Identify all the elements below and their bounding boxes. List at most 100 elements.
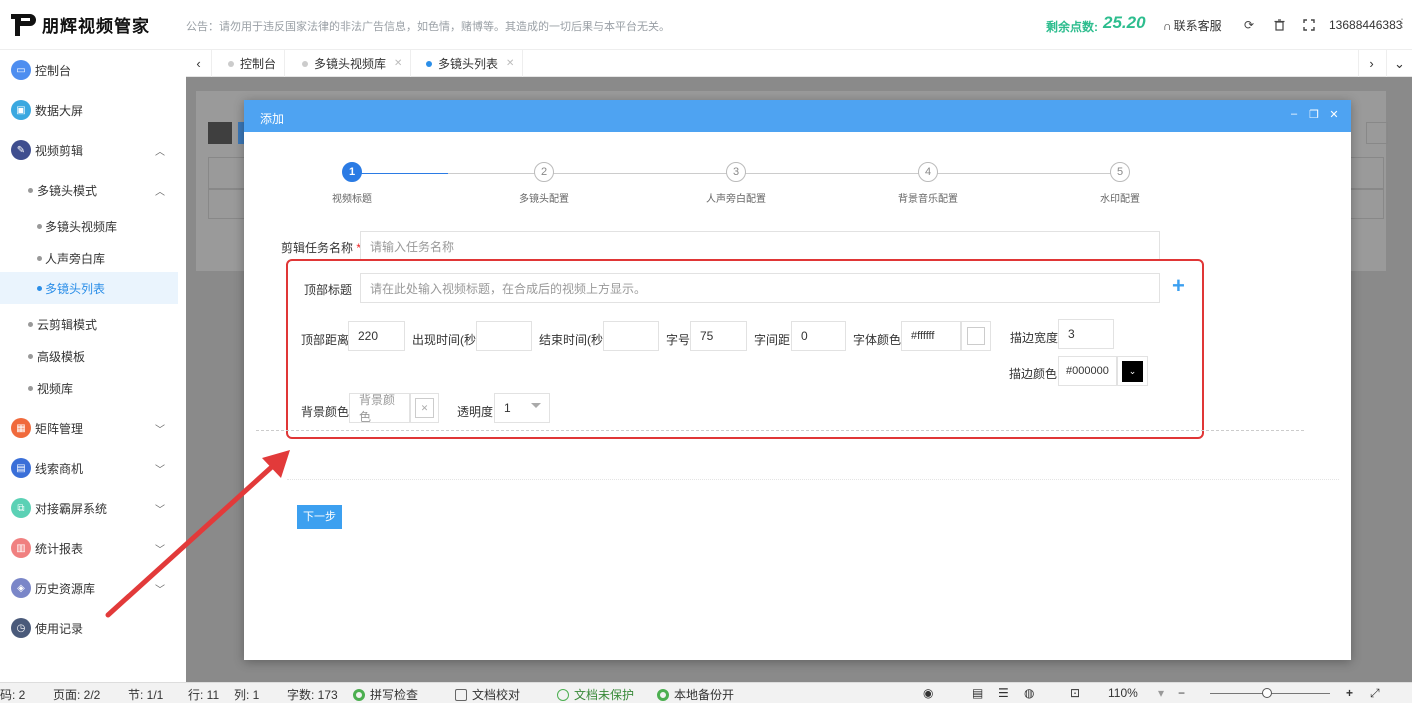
section-indicator: 节: 1/1 xyxy=(128,688,164,702)
proofread-button[interactable]: 文档校对 xyxy=(455,686,520,703)
stroke-color-input[interactable]: #000000 xyxy=(1058,356,1117,386)
chevron-down-icon: ﹀ xyxy=(155,424,165,436)
protect-status[interactable]: 文档未保护 xyxy=(557,686,634,703)
expand-icon[interactable]: ⤢ xyxy=(1370,686,1380,701)
sidebar-item-advanced-template[interactable]: 高级模板 xyxy=(0,340,178,372)
tab-dot xyxy=(228,60,234,67)
edit-icon: ✎ xyxy=(11,140,31,160)
tab-multi-lens-list[interactable]: 多镜头列表 ✕ xyxy=(418,50,524,77)
font-color-label: 字体颜色 xyxy=(853,333,902,347)
top-title-input[interactable]: 请在此处输入视频标题，在合成后的视频上方显示。 xyxy=(360,273,1160,303)
sidebar-item-multi-lens-library[interactable]: 多镜头视频库 xyxy=(0,210,178,242)
support-link[interactable]: ∩ 联系客服 xyxy=(1163,17,1222,34)
tab-dot xyxy=(302,60,308,67)
chevron-left-icon[interactable]: ‹ xyxy=(186,50,212,77)
stroke-width-label: 描边宽度 xyxy=(1010,331,1059,345)
end-time-input[interactable] xyxy=(603,321,659,351)
top-distance-input[interactable]: 220 xyxy=(348,321,405,351)
sidebar-item-multi-lens-list[interactable]: 多镜头列表 xyxy=(0,272,178,304)
zoom-level[interactable]: 110% xyxy=(1108,686,1138,700)
stroke-width-input[interactable]: 3 xyxy=(1058,319,1114,349)
app-logo[interactable]: 朋辉视频管家 xyxy=(8,10,150,38)
tab-dot xyxy=(426,60,432,67)
zoom-in-icon[interactable]: + xyxy=(1346,686,1353,700)
sidebar-item-video-edit[interactable]: ✎ 视频剪辑 ︿ xyxy=(0,134,178,166)
support-label: 联系客服 xyxy=(1173,19,1222,33)
caret-down-icon xyxy=(531,403,541,408)
backup-icon xyxy=(657,689,669,701)
step-1-circle[interactable]: 1 xyxy=(342,162,362,182)
zoom-dropdown-icon[interactable]: ▾ xyxy=(1158,686,1164,700)
tab-dashboard[interactable]: 控制台 xyxy=(220,50,286,77)
fullscreen-icon[interactable] xyxy=(1302,18,1316,32)
backup-status[interactable]: 本地备份开 xyxy=(657,686,734,703)
fit-page-icon[interactable]: ⊡ xyxy=(1070,686,1080,700)
sidebar-item-label: 视频库 xyxy=(37,381,74,396)
sidebar-item-video-library[interactable]: 视频库 xyxy=(0,372,178,404)
bullet-icon xyxy=(28,353,33,359)
more-icon[interactable]: ⋮ xyxy=(1396,16,1408,30)
letter-spacing-input[interactable]: 0 xyxy=(791,321,846,351)
stroke-color-picker[interactable]: ⌄ xyxy=(1117,356,1148,386)
headset-icon: ∩ xyxy=(1163,18,1172,33)
bg-color-input[interactable]: 背景颜色 xyxy=(349,393,410,424)
bg-color-picker[interactable]: ✕ xyxy=(410,393,439,423)
app-name: 朋辉视频管家 xyxy=(42,16,150,36)
bar-icon: ▥ xyxy=(11,538,31,558)
task-name-placeholder: 请输入任务名称 xyxy=(370,239,455,254)
font-color-input[interactable]: #ffffff xyxy=(901,321,961,351)
grid-icon: ▦ xyxy=(11,418,31,438)
proofread-label: 文档校对 xyxy=(472,688,521,702)
sidebar-item-multi-lens-mode[interactable]: 多镜头模式 ︿ xyxy=(0,174,178,206)
font-size-input[interactable]: 75 xyxy=(690,321,747,351)
step-line xyxy=(448,173,544,174)
char-count: 字数: 173 xyxy=(287,688,338,702)
close-icon[interactable]: ✕ xyxy=(506,58,514,69)
sidebar-item-cloud-edit[interactable]: 云剪辑模式 xyxy=(0,308,178,340)
list-view-icon[interactable]: ☰ xyxy=(998,686,1009,700)
sidebar-item-voice-library[interactable]: 人声旁白库 xyxy=(0,242,178,274)
maximize-icon[interactable]: ❐ xyxy=(1307,108,1321,122)
dialog-header: 添加 – ❐ ✕ xyxy=(244,100,1351,132)
font-color-picker[interactable] xyxy=(961,321,991,351)
page-view-icon[interactable]: ▤ xyxy=(972,686,983,700)
zoom-slider-thumb[interactable] xyxy=(1262,688,1272,698)
layers-icon: ◈ xyxy=(11,578,31,598)
sidebar-item-label: 多镜头模式 xyxy=(37,183,98,198)
next-step-button[interactable]: 下一步 xyxy=(297,505,342,529)
chevron-up-icon: ︿ xyxy=(155,146,165,158)
step-3-circle[interactable]: 3 xyxy=(726,162,746,182)
step-5-circle[interactable]: 5 xyxy=(1110,162,1130,182)
close-icon[interactable]: ✕ xyxy=(394,58,402,69)
trash-icon[interactable] xyxy=(1272,18,1286,32)
section-divider xyxy=(256,430,1304,431)
task-name-input[interactable]: 请输入任务名称 xyxy=(360,231,1160,261)
appear-time-input[interactable] xyxy=(476,321,532,351)
eye-icon[interactable]: ◉ xyxy=(923,686,933,700)
add-plus-icon[interactable]: + xyxy=(1172,275,1185,297)
shield-icon xyxy=(557,689,569,701)
minimize-icon[interactable]: – xyxy=(1287,108,1301,122)
step-line xyxy=(544,173,736,174)
font-size-label: 字号 xyxy=(666,333,691,347)
screen-icon: ▣ xyxy=(11,100,31,120)
tab-multi-lens-library[interactable]: 多镜头视频库 ✕ xyxy=(294,50,412,77)
user-phone[interactable]: 13688446383 xyxy=(1329,18,1402,32)
sidebar-item-dashboard[interactable]: ▭ 控制台 xyxy=(0,54,178,86)
step-4-circle[interactable]: 4 xyxy=(918,162,938,182)
opacity-select[interactable]: 1 xyxy=(494,393,550,423)
announcement-text: 公告：请勿用于违反国家法律的非法广告信息，如色情，赌博等。其造成的一切后果与本平… xyxy=(186,21,670,33)
sidebar-item-label: 使用记录 xyxy=(35,621,84,636)
step-2-circle[interactable]: 2 xyxy=(534,162,554,182)
sidebar-item-data-screen[interactable]: ▣ 数据大屏 xyxy=(0,94,178,126)
zoom-out-icon[interactable]: − xyxy=(1178,686,1185,700)
chevron-down-icon[interactable]: ⌄ xyxy=(1386,50,1412,77)
refresh-icon[interactable]: ⟳ xyxy=(1242,18,1256,32)
step-5-label: 水印配置 xyxy=(1100,194,1140,205)
spell-check-button[interactable]: 拼写检查 xyxy=(353,686,418,703)
globe-icon[interactable]: ◍ xyxy=(1024,686,1034,700)
chevron-right-icon[interactable]: › xyxy=(1358,50,1384,77)
close-icon[interactable]: ✕ xyxy=(1327,108,1341,122)
bullet-icon xyxy=(37,223,42,229)
sidebar-item-label: 云剪辑模式 xyxy=(37,317,98,332)
